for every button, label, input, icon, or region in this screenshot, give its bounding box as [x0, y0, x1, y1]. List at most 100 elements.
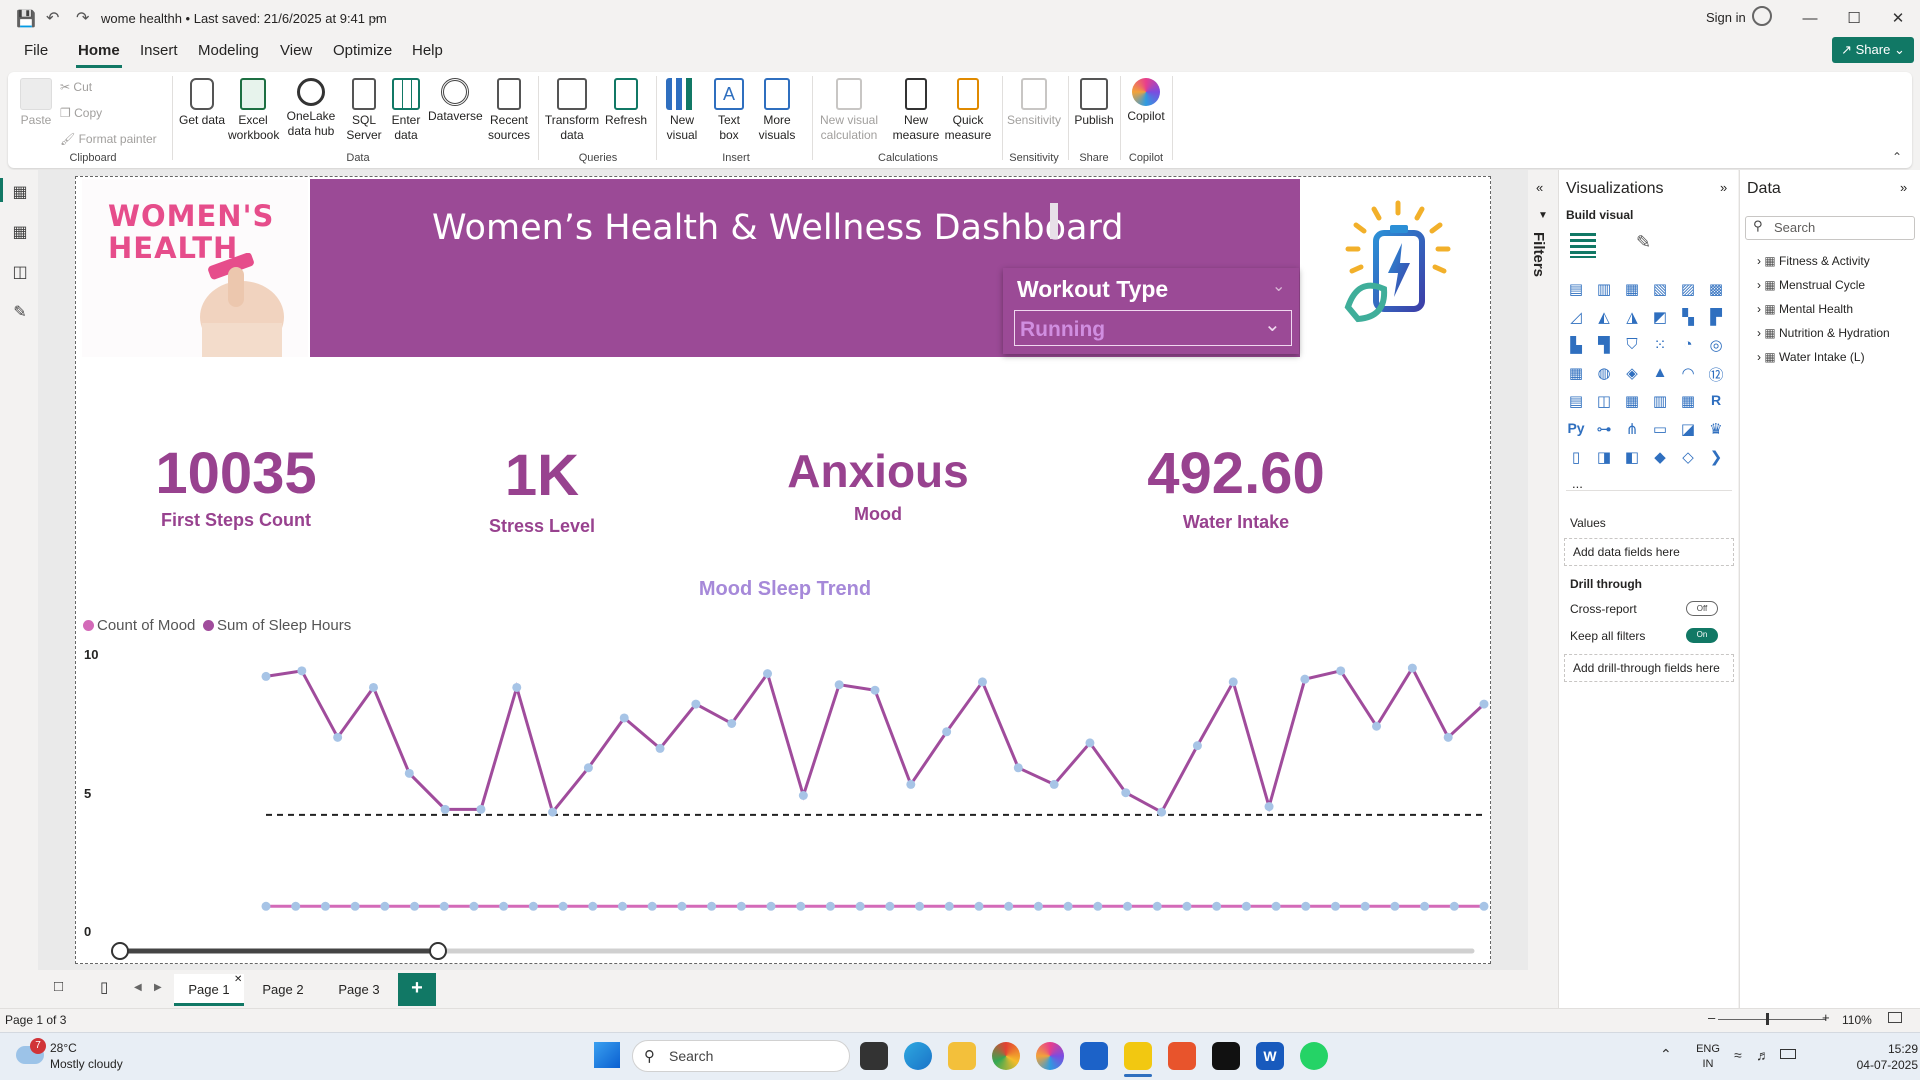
data-point[interactable]: [548, 807, 558, 817]
data-point[interactable]: [1300, 674, 1310, 684]
battery-icon[interactable]: [1780, 1049, 1796, 1059]
visual-type-icon[interactable]: ▤: [1566, 280, 1586, 298]
file-explorer-icon[interactable]: [948, 1042, 976, 1070]
visual-type-icon[interactable]: ▲: [1650, 364, 1670, 382]
scroll-left-icon[interactable]: ◀: [134, 982, 142, 993]
page-tab-2[interactable]: Page 2: [248, 974, 318, 1006]
visual-type-icon[interactable]: ▥: [1650, 392, 1670, 410]
visual-type-icon[interactable]: ▙: [1566, 336, 1586, 354]
visual-type-icon[interactable]: ◿: [1566, 308, 1586, 326]
data-point[interactable]: [885, 901, 895, 911]
copy-button[interactable]: ❐ Copy: [60, 106, 102, 120]
data-point[interactable]: [588, 901, 598, 911]
page-tab-3[interactable]: Page 3: [324, 974, 394, 1006]
visual-type-icon[interactable]: ◩: [1650, 308, 1670, 326]
visual-type-icon[interactable]: ◧: [1622, 448, 1642, 466]
data-point[interactable]: [320, 901, 330, 911]
capcut-icon[interactable]: [1212, 1042, 1240, 1070]
visual-type-icon[interactable]: ▩: [1706, 280, 1726, 298]
format-visual-tab-icon[interactable]: ✎: [1636, 232, 1651, 253]
collapse-ribbon-icon[interactable]: ⌃: [1892, 150, 1902, 164]
data-point[interactable]: [707, 901, 717, 911]
brave-browser-icon[interactable]: [1168, 1042, 1196, 1070]
word-icon[interactable]: W: [1256, 1042, 1284, 1070]
data-point[interactable]: [368, 682, 378, 692]
data-point[interactable]: [942, 727, 952, 737]
visual-type-icon[interactable]: ◇: [1678, 448, 1698, 466]
data-point[interactable]: [834, 680, 844, 690]
data-point[interactable]: [798, 791, 808, 800]
new-visual-button[interactable]: New visual: [662, 78, 702, 143]
visual-type-icon[interactable]: ▚: [1678, 308, 1698, 326]
menu-help[interactable]: Help: [410, 42, 445, 65]
data-point[interactable]: [1420, 901, 1430, 911]
data-point[interactable]: [766, 901, 776, 911]
data-point[interactable]: [1093, 901, 1103, 911]
visual-type-icon[interactable]: ◔: [1678, 336, 1698, 354]
data-point[interactable]: [261, 671, 271, 681]
transform-data-button[interactable]: Transform data: [544, 78, 600, 143]
visual-type-icon[interactable]: ◭: [1594, 308, 1614, 326]
windows-start-icon[interactable]: [594, 1042, 620, 1068]
data-point[interactable]: [944, 901, 954, 911]
data-point[interactable]: [1479, 699, 1489, 709]
zoom-in-icon[interactable]: +: [1822, 1010, 1830, 1025]
data-point[interactable]: [1449, 901, 1459, 911]
dataverse-button[interactable]: Dataverse: [428, 78, 483, 124]
build-visual-tab-icon[interactable]: [1570, 232, 1596, 254]
zoom-slider-thumb[interactable]: [1766, 1013, 1769, 1025]
edge-browser-icon[interactable]: [904, 1042, 932, 1070]
data-point[interactable]: [404, 768, 414, 778]
undo-icon[interactable]: ↶: [46, 8, 59, 28]
onelake-button[interactable]: OneLake data hub: [282, 78, 340, 139]
data-point[interactable]: [727, 718, 737, 728]
menu-home[interactable]: Home: [76, 42, 122, 68]
publish-button[interactable]: Publish: [1072, 78, 1116, 128]
keep-all-filters-toggle[interactable]: On: [1686, 628, 1718, 643]
data-point[interactable]: [350, 901, 360, 911]
collapse-data-pane-icon[interactable]: »: [1900, 180, 1907, 195]
data-point[interactable]: [440, 804, 450, 814]
menu-view[interactable]: View: [278, 42, 314, 65]
taskbar-search-box[interactable]: Search: [632, 1040, 850, 1072]
visual-type-icon[interactable]: ▦: [1678, 392, 1698, 410]
data-point[interactable]: [1049, 779, 1059, 789]
visual-type-icon[interactable]: ▜: [1594, 336, 1614, 354]
filters-label[interactable]: Filters: [1530, 232, 1547, 277]
account-icon[interactable]: [1752, 6, 1772, 26]
input-language[interactable]: ENG: [1693, 1043, 1723, 1055]
data-point[interactable]: [380, 901, 390, 911]
visual-type-icon[interactable]: ♛: [1706, 420, 1726, 438]
data-point[interactable]: [825, 901, 835, 911]
data-point[interactable]: [558, 901, 568, 911]
data-point[interactable]: [1121, 788, 1131, 798]
visual-type-icon[interactable]: R: [1706, 392, 1726, 410]
data-point[interactable]: [763, 669, 773, 679]
menu-optimize[interactable]: Optimize: [331, 42, 394, 65]
data-point[interactable]: [1372, 721, 1382, 731]
quick-measure-button[interactable]: Quick measure: [938, 78, 998, 143]
data-point[interactable]: [655, 743, 665, 753]
dax-query-view-icon[interactable]: ✎: [10, 302, 30, 322]
data-table-item[interactable]: › ▦ Nutrition & Hydration: [1757, 326, 1890, 340]
weather-description[interactable]: Mostly cloudy: [50, 1057, 123, 1071]
data-point[interactable]: [476, 804, 486, 814]
weather-temperature[interactable]: 28°C: [50, 1041, 77, 1055]
paste-button[interactable]: Paste: [16, 78, 56, 128]
more-visuals-ellipsis[interactable]: ...: [1572, 476, 1583, 491]
visual-type-icon[interactable]: ▦: [1622, 392, 1642, 410]
visual-type-icon[interactable]: ⁙: [1650, 336, 1670, 354]
data-point[interactable]: [1443, 732, 1453, 742]
minimize-icon[interactable]: —: [1790, 6, 1830, 32]
mobile-layout-icon[interactable]: ▯: [100, 978, 108, 996]
menu-modeling[interactable]: Modeling: [196, 42, 261, 65]
new-visual-calculation-button[interactable]: New visual calculation: [818, 78, 880, 143]
visual-type-icon[interactable]: ⑫: [1706, 364, 1726, 384]
data-point[interactable]: [977, 677, 987, 687]
data-table-item[interactable]: › ▦ Water Intake (L): [1757, 350, 1865, 364]
visual-type-icon[interactable]: ◪: [1678, 420, 1698, 438]
visual-type-icon[interactable]: ◮: [1622, 308, 1642, 326]
filters-pane-collapsed[interactable]: [1528, 170, 1558, 970]
data-point[interactable]: [1157, 807, 1167, 817]
visual-type-icon[interactable]: ▛: [1706, 308, 1726, 326]
